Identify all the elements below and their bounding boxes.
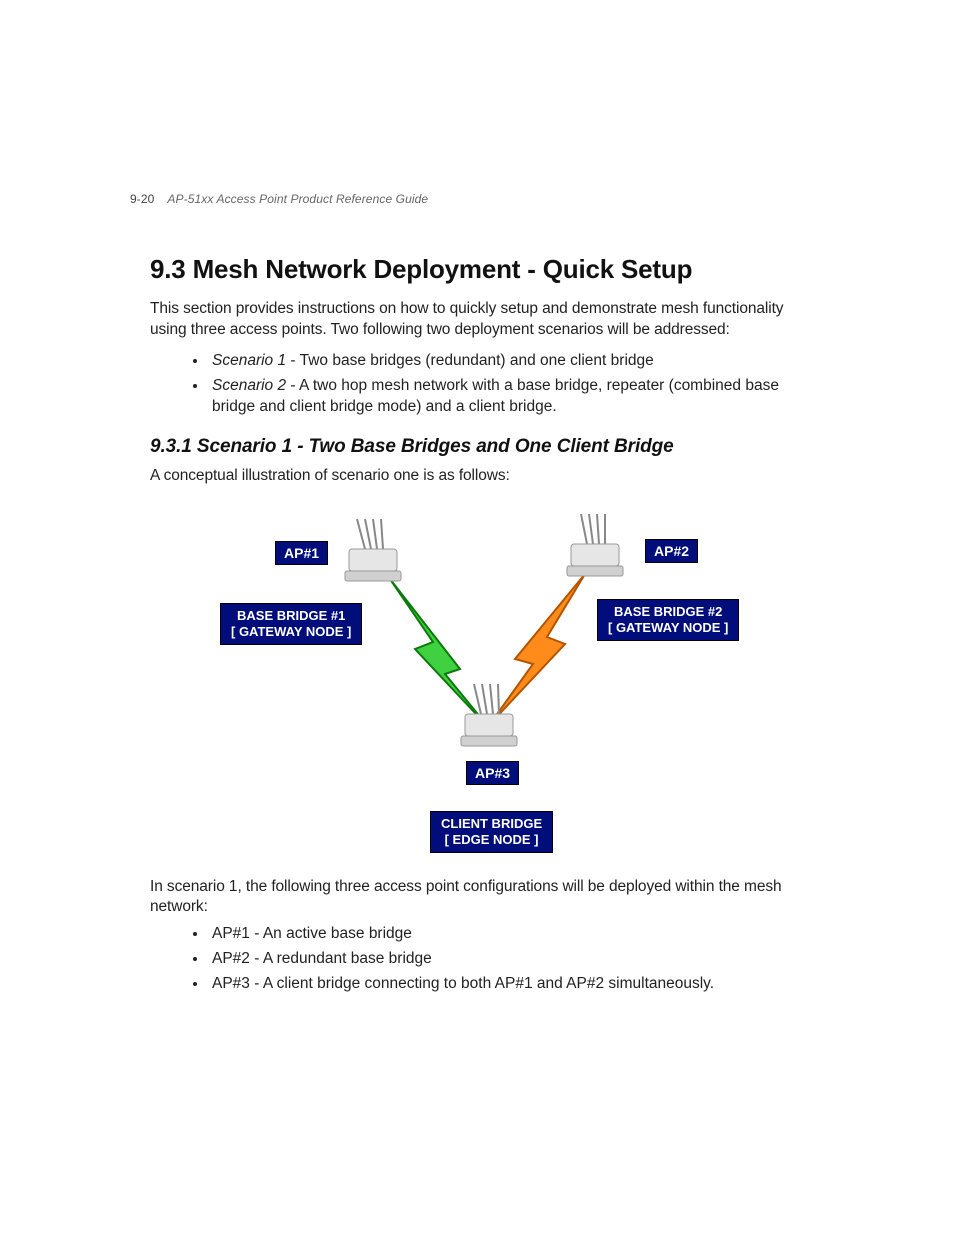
scenario-desc: - Two base bridges (redundant) and one c… bbox=[286, 352, 654, 369]
role-line1: BASE BRIDGE #2 bbox=[614, 604, 722, 619]
figure-caption: A conceptual illustration of scenario on… bbox=[150, 466, 820, 487]
role-line1: CLIENT BRIDGE bbox=[441, 816, 542, 831]
post-figure-text: In scenario 1, the following three acces… bbox=[150, 877, 820, 919]
role-line1: BASE BRIDGE #1 bbox=[237, 608, 345, 623]
ap1-device-icon bbox=[335, 519, 415, 589]
list-item: AP#1 - An active base bridge bbox=[208, 924, 820, 945]
subsection-heading: 9.3.1 Scenario 1 - Two Base Bridges and … bbox=[150, 436, 820, 458]
scenario-desc: - A two hop mesh network with a base bri… bbox=[212, 377, 779, 415]
list-item: Scenario 2 - A two hop mesh network with… bbox=[208, 376, 820, 418]
scenario-list: Scenario 1 - Two base bridges (redundant… bbox=[208, 351, 820, 418]
section-heading: 9.3 Mesh Network Deployment - Quick Setu… bbox=[150, 254, 820, 285]
ap3-role-box: CLIENT BRIDGE [ EDGE NODE ] bbox=[430, 811, 553, 854]
ap3-device-icon bbox=[450, 684, 530, 754]
config-list: AP#1 - An active base bridge AP#2 - A re… bbox=[208, 924, 820, 995]
list-item: Scenario 1 - Two base bridges (redundant… bbox=[208, 351, 820, 372]
ap1-badge: AP#1 bbox=[275, 541, 328, 565]
ap1-role-box: BASE BRIDGE #1 [ GATEWAY NODE ] bbox=[220, 603, 362, 646]
list-item: AP#3 - A client bridge connecting to bot… bbox=[208, 974, 820, 995]
scenario-label: Scenario 1 bbox=[212, 352, 286, 369]
role-line2: [ GATEWAY NODE ] bbox=[231, 624, 351, 639]
scenario-label: Scenario 2 bbox=[212, 377, 286, 394]
ap2-badge: AP#2 bbox=[645, 539, 698, 563]
ap2-role-box: BASE BRIDGE #2 [ GATEWAY NODE ] bbox=[597, 599, 739, 642]
page-content: 9.3 Mesh Network Deployment - Quick Setu… bbox=[150, 190, 820, 1009]
ap3-badge: AP#3 bbox=[466, 761, 519, 785]
ap2-device-icon bbox=[555, 514, 635, 584]
role-line2: [ GATEWAY NODE ] bbox=[608, 620, 728, 635]
role-line2: [ EDGE NODE ] bbox=[445, 832, 539, 847]
mesh-topology-figure: AP#1 BASE BRIDGE #1 [ GATEWAY NODE ] AP#… bbox=[215, 499, 755, 869]
section-intro: This section provides instructions on ho… bbox=[150, 299, 820, 341]
list-item: AP#2 - A redundant base bridge bbox=[208, 949, 820, 970]
